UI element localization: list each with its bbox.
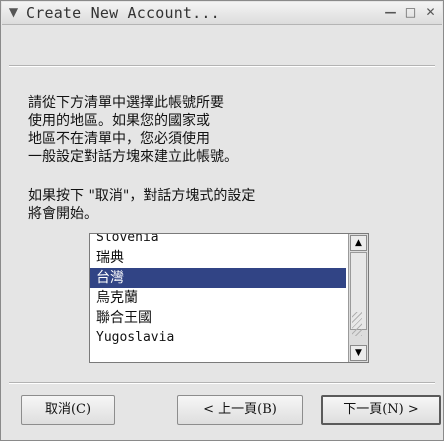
top-divider	[9, 65, 435, 67]
chevron-down-icon[interactable]: ▼	[6, 5, 21, 20]
cancel-button[interactable]: 取消(C)	[21, 395, 115, 425]
title-bar[interactable]: ▼ Create New Account... — □ ✕	[2, 2, 442, 25]
scroll-down-button[interactable]: ▼	[350, 345, 367, 361]
next-button[interactable]: 下一頁(N) >	[321, 395, 441, 425]
region-list-item[interactable]: 台灣	[90, 268, 346, 288]
instruction-text: 請從下方清單中選擇此帳號所要 使用的地區。如果您的國家或 地區不在清單中，您必須…	[28, 95, 238, 165]
window-title: Create New Account...	[26, 4, 220, 22]
maximize-icon[interactable]: □	[403, 5, 418, 20]
back-button[interactable]: < 上一頁(B)	[177, 395, 303, 425]
scroll-up-button[interactable]: ▲	[350, 235, 367, 251]
minimize-icon[interactable]: —	[383, 5, 398, 20]
close-icon[interactable]: ✕	[423, 5, 438, 20]
region-list: Slovenia 瑞典 台灣 烏克蘭 聯合王國 Yugoslavia	[90, 234, 346, 348]
list-scrollbar[interactable]: ▲ ▼	[348, 234, 368, 362]
region-list-item[interactable]: Slovenia	[90, 234, 346, 248]
scroll-grip-icon	[352, 312, 362, 336]
region-list-item[interactable]: 烏克蘭	[90, 288, 346, 308]
create-account-dialog: ▼ Create New Account... — □ ✕ 請從下方清單中選擇此…	[0, 0, 444, 441]
region-listbox[interactable]: Slovenia 瑞典 台灣 烏克蘭 聯合王國 Yugoslavia ▲ ▼	[89, 233, 369, 363]
bottom-divider	[9, 382, 435, 384]
region-list-item[interactable]: 瑞典	[90, 248, 346, 268]
region-list-item[interactable]: 聯合王國	[90, 308, 346, 328]
region-list-item[interactable]: Yugoslavia	[90, 328, 346, 348]
cancel-note-text: 如果按下 "取消"，對話方塊式的設定 將會開始。	[28, 188, 256, 222]
